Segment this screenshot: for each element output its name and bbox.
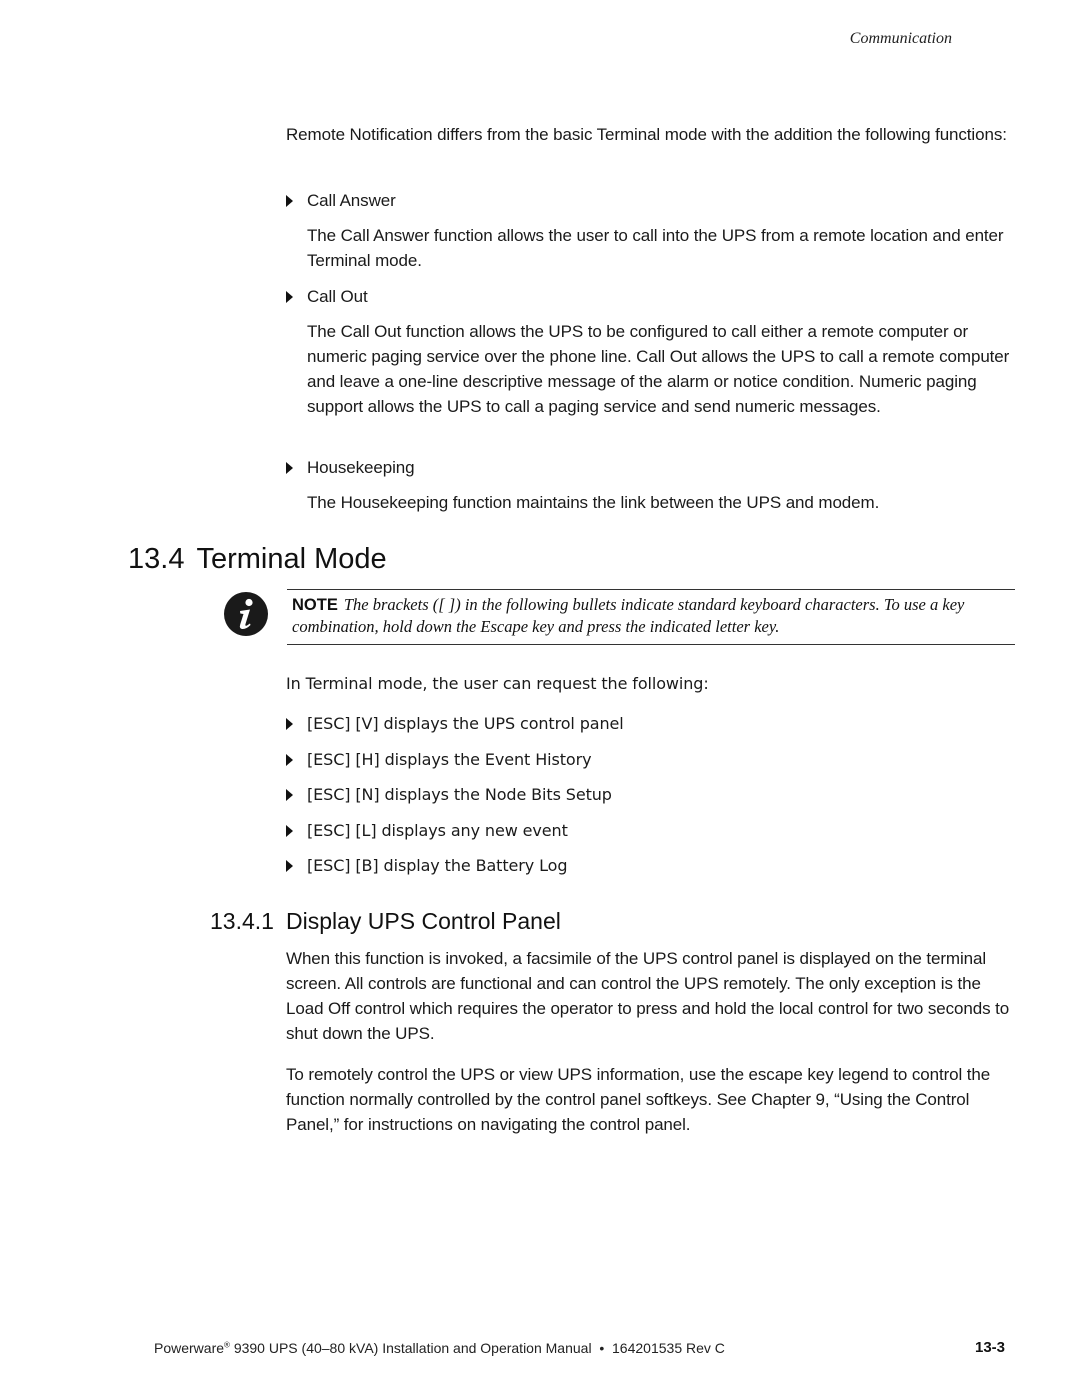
command-item: [ESC] [H] displays the Event History <box>286 747 592 772</box>
bullet-label: Call Answer <box>307 191 396 210</box>
running-head: Communication <box>849 30 952 47</box>
command-item: [ESC] [V] displays the UPS control panel <box>286 711 624 736</box>
subsection-paragraph: When this function is invoked, a facsimi… <box>286 949 1010 1043</box>
function-description: The Housekeeping function maintains the … <box>307 493 880 512</box>
command-text: [ESC] [B] display the Battery Log <box>307 856 568 875</box>
subsection-paragraph: To remotely control the UPS or view UPS … <box>286 1065 991 1134</box>
command-item: [ESC] [B] display the Battery Log <box>286 853 567 878</box>
note: NOTE The brackets ([ ]) in the following … <box>292 594 1020 638</box>
note-label: NOTE <box>292 596 338 614</box>
note-bottom-rule <box>287 644 1015 645</box>
intro-paragraph: Remote Notification differs from the bas… <box>286 125 1007 144</box>
bullet-triangle-icon <box>286 461 293 474</box>
section-heading: 13.4 Terminal Mode <box>128 541 387 577</box>
bullet-triangle-icon <box>286 194 293 207</box>
bullet-triangle-icon <box>286 824 293 837</box>
command-text: [ESC] [L] displays any new event <box>307 821 568 840</box>
section-number: 13.4 <box>128 543 185 575</box>
footer-text: 9390 UPS (40–80 kVA) Installation and Op… <box>229 1340 725 1356</box>
subsection-number: 13.4.1 <box>210 908 274 934</box>
bullet-triangle-icon <box>286 290 293 303</box>
bullet-triangle-icon <box>286 859 293 872</box>
command-text: [ESC] [H] displays the Event History <box>307 750 592 769</box>
subsection-title: Display UPS Control Panel <box>286 908 561 934</box>
footer: Powerware® 9390 UPS (40–80 kVA) Installa… <box>154 1340 725 1356</box>
bullet-label: Call Out <box>307 287 368 306</box>
bullet-triangle-icon <box>286 788 293 801</box>
bullet-item: Housekeeping <box>286 455 415 480</box>
bullet-triangle-icon <box>286 717 293 730</box>
command-item: [ESC] [L] displays any new event <box>286 818 568 843</box>
info-icon <box>223 591 269 637</box>
function-description: The Call Answer function allows the user… <box>307 226 1004 270</box>
command-text: [ESC] [N] displays the Node Bits Setup <box>307 785 612 804</box>
subsection-heading: 13.4.1 Display UPS Control Panel <box>210 906 561 936</box>
bullet-item: Call Answer <box>286 188 396 213</box>
command-text: [ESC] [V] displays the UPS control panel <box>307 714 624 733</box>
bullet-item: Call Out <box>286 284 368 309</box>
section-lead: In Terminal mode, the user can request t… <box>286 674 709 693</box>
note-top-rule <box>287 589 1015 590</box>
page-number: 13-3 <box>975 1339 1006 1356</box>
command-item: [ESC] [N] displays the Node Bits Setup <box>286 782 612 807</box>
footer-brand: Powerware <box>154 1340 225 1356</box>
function-description: The Call Out function allows the UPS to … <box>307 322 1010 416</box>
bullet-label: Housekeeping <box>307 458 415 477</box>
note-text: The brackets ([ ]) in the following bull… <box>292 595 965 636</box>
section-title: Terminal Mode <box>196 543 387 575</box>
bullet-triangle-icon <box>286 753 293 766</box>
